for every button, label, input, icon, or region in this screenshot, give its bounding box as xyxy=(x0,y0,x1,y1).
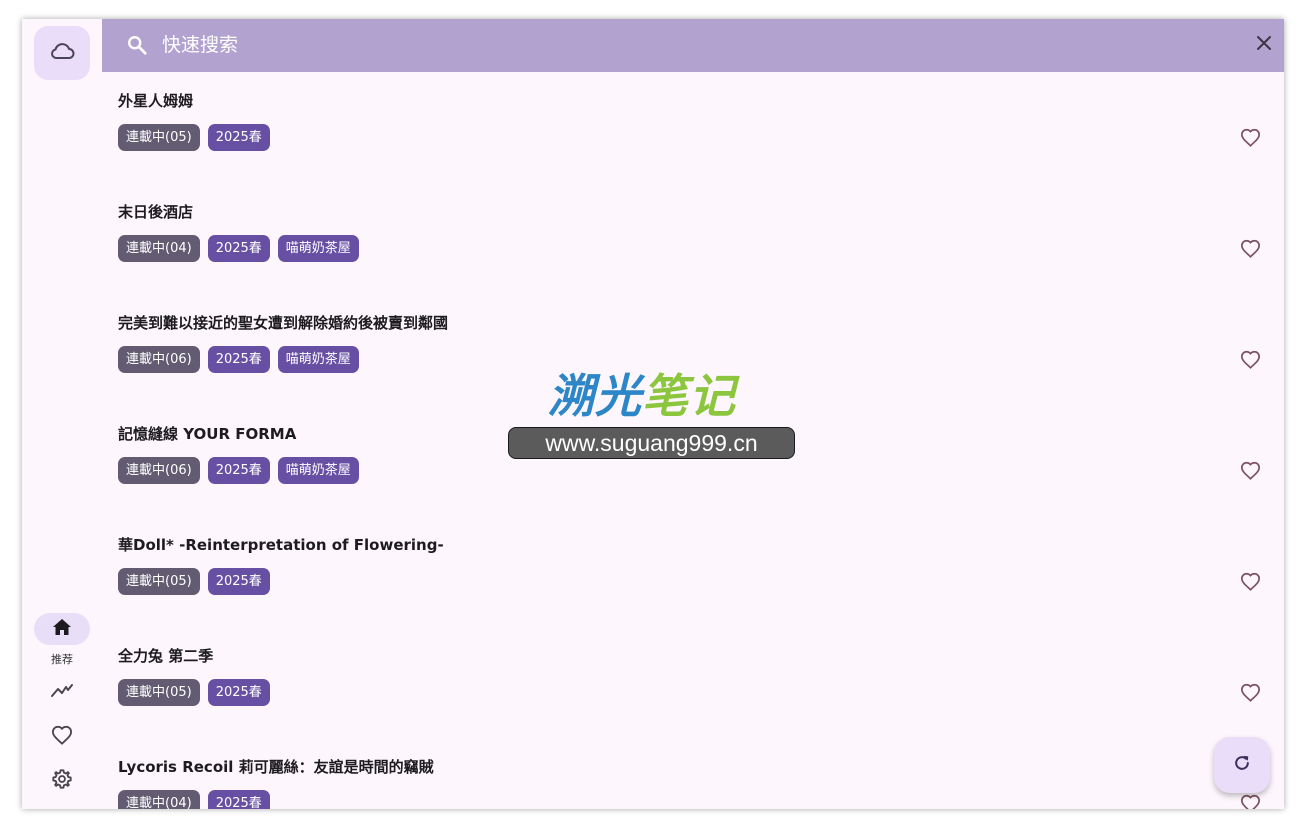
list-item[interactable]: 末日後酒店 連載中(04) 2025春 喵萌奶茶屋 xyxy=(102,183,1284,294)
nav-favorites-button[interactable] xyxy=(42,721,82,753)
refresh-icon xyxy=(1232,753,1252,777)
item-title: 全力兔 第二季 xyxy=(118,647,214,665)
gear-icon xyxy=(51,768,73,794)
heart-icon xyxy=(1240,683,1261,706)
heart-icon xyxy=(1240,350,1261,373)
item-tags: 連載中(05) 2025春 xyxy=(118,124,270,151)
search-icon xyxy=(126,34,148,60)
item-tags: 連載中(05) 2025春 xyxy=(118,679,270,706)
favorite-button[interactable] xyxy=(1238,127,1262,151)
refresh-button[interactable] xyxy=(1214,737,1270,793)
watermark-logo-part1: 溯光 xyxy=(548,369,642,423)
group-badge: 喵萌奶茶屋 xyxy=(277,457,359,484)
navigation-rail: 推荐 xyxy=(22,19,102,809)
favorite-button[interactable] xyxy=(1238,793,1262,809)
search-input[interactable] xyxy=(162,29,1202,61)
heart-icon xyxy=(1240,461,1261,484)
nav-trending-button[interactable] xyxy=(42,677,82,709)
status-badge: 連載中(04) xyxy=(118,235,200,262)
item-tags: 連載中(05) 2025春 xyxy=(118,568,270,595)
watermark-logo-part2: 笔记 xyxy=(642,369,736,423)
item-title: Lycoris Recoil 莉可麗絲：友誼是時間的竊賊 xyxy=(118,758,434,776)
season-badge: 2025春 xyxy=(207,457,270,484)
watermark-logo: 溯光笔记 xyxy=(548,360,736,426)
item-title: 末日後酒店 xyxy=(118,203,194,221)
heart-icon xyxy=(1240,794,1261,809)
status-badge: 連載中(05) xyxy=(118,124,200,151)
status-badge: 連載中(06) xyxy=(118,457,200,484)
nav-settings-button[interactable] xyxy=(42,765,82,797)
item-title: 華Doll* -Reinterpretation of Flowering- xyxy=(118,536,444,554)
season-badge: 2025春 xyxy=(207,679,270,706)
home-icon xyxy=(52,618,72,640)
trending-icon xyxy=(50,683,74,703)
favorite-button[interactable] xyxy=(1238,682,1262,706)
season-badge: 2025春 xyxy=(207,790,270,809)
favorite-button[interactable] xyxy=(1238,460,1262,484)
nav-home-label: 推荐 xyxy=(51,653,73,666)
heart-icon xyxy=(51,725,73,749)
season-badge: 2025春 xyxy=(207,124,270,151)
close-icon xyxy=(1256,35,1272,55)
heart-icon xyxy=(1240,239,1261,262)
cloud-icon xyxy=(49,41,75,65)
watermark-url: www.suguang999.cn xyxy=(508,427,795,459)
status-badge: 連載中(04) xyxy=(118,790,200,809)
list-item[interactable]: 全力兔 第二季 連載中(05) 2025春 xyxy=(102,627,1284,738)
season-badge: 2025春 xyxy=(207,235,270,262)
item-title: 記憶縫線 YOUR FORMA xyxy=(118,425,297,443)
item-tags: 連載中(04) 2025春 喵萌奶茶屋 xyxy=(118,235,359,262)
favorite-button[interactable] xyxy=(1238,349,1262,373)
list-item[interactable]: 外星人姆姆 連載中(05) 2025春 xyxy=(102,72,1284,183)
item-tags: 連載中(04) 2025春 xyxy=(118,790,270,809)
heart-icon xyxy=(1240,128,1261,151)
item-tags: 連載中(06) 2025春 喵萌奶茶屋 xyxy=(118,346,359,373)
nav-home-button[interactable] xyxy=(34,613,90,645)
status-badge: 連載中(05) xyxy=(118,679,200,706)
list-item[interactable]: 華Doll* -Reinterpretation of Flowering- 連… xyxy=(102,516,1284,627)
item-title: 完美到難以接近的聖女遭到解除婚約後被賣到鄰國 xyxy=(118,314,449,332)
app-logo-button[interactable] xyxy=(34,26,90,80)
season-badge: 2025春 xyxy=(207,346,270,373)
group-badge: 喵萌奶茶屋 xyxy=(277,235,359,262)
clear-search-button[interactable] xyxy=(1252,33,1276,57)
status-badge: 連載中(06) xyxy=(118,346,200,373)
search-bar xyxy=(102,19,1284,72)
favorite-button[interactable] xyxy=(1238,571,1262,595)
group-badge: 喵萌奶茶屋 xyxy=(277,346,359,373)
item-tags: 連載中(06) 2025春 喵萌奶茶屋 xyxy=(118,457,359,484)
status-badge: 連載中(05) xyxy=(118,568,200,595)
item-title: 外星人姆姆 xyxy=(118,92,194,110)
heart-icon xyxy=(1240,572,1261,595)
favorite-button[interactable] xyxy=(1238,238,1262,262)
season-badge: 2025春 xyxy=(207,568,270,595)
list-item[interactable]: Lycoris Recoil 莉可麗絲：友誼是時間的竊賊 連載中(04) 202… xyxy=(102,738,1284,809)
